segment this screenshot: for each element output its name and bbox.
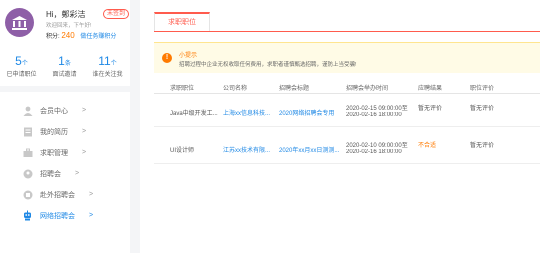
column-header: 职位评价 (470, 86, 495, 92)
welcome-text: 欢迎回来，下午好! (46, 23, 92, 29)
greeting: Hi，鄭彩洁 (46, 10, 86, 19)
fair-title-link[interactable]: 2020网络招聘会专用 (279, 108, 343, 117)
fair-time-start: 2020-02-15 09:00:00至 (346, 106, 408, 112)
chevron-right-icon: > (82, 149, 87, 156)
column-header: 公司名称 (223, 86, 248, 92)
stat-followers[interactable]: 11个 谁在关注我 (86, 54, 129, 80)
tab-job-positions[interactable]: 求职职位 (154, 12, 210, 32)
stat-label: 面试邀请 (52, 72, 77, 78)
evaluation-cell: 暂无评价 (470, 106, 495, 112)
column-header: 求职职位 (170, 86, 195, 92)
fair-time-start: 2020-02-10 09:00:00至 (346, 143, 408, 149)
position-cell[interactable]: UI设计师 (170, 145, 220, 154)
position-cell[interactable]: Java中级开发工... (170, 108, 220, 117)
sidebar-item-outbound-fair[interactable]: 赴外招聘会 > (0, 184, 130, 205)
company-link[interactable]: 上海xx信息科技... (223, 108, 275, 117)
stat-value: 1 (58, 54, 65, 68)
column-header: 招聘会举办时间 (346, 86, 389, 92)
sidebar-item-job-management[interactable]: 求职管理 > (0, 142, 130, 163)
table-header: 求职职位 公司名称 招聘会标题 招聘会举办时间 应聘结果 职位评价 (154, 80, 540, 94)
result-cell: 不合适 (418, 143, 437, 149)
notice-title: 小提示 (179, 53, 198, 59)
sign-in-badge[interactable]: 未签到 (103, 9, 130, 19)
stat-interviews[interactable]: 1条 面试邀请 (43, 54, 86, 80)
tab-underline (154, 31, 540, 32)
stat-value: 5 (15, 54, 22, 68)
stats-bar: 5个 已申请职位 1条 面试邀请 11个 谁在关注我 (0, 54, 130, 80)
stat-unit: 个 (21, 61, 28, 67)
chevron-right-icon: > (82, 107, 87, 114)
table-row: Java中级开发工... 上海xx信息科技... 2020网络招聘会专用 202… (154, 95, 540, 127)
result-cell: 暂无评价 (418, 106, 443, 112)
stat-unit: 个 (110, 61, 117, 67)
sidebar-item-label: 赴外招聘会 (40, 191, 75, 199)
evaluation-cell: 暂无评价 (470, 143, 495, 149)
fair-time-end: 2020-02-16 18:00:00 (346, 112, 402, 118)
points-line: 积分: 240 做任务赚积分 (46, 31, 116, 40)
briefcase-icon (22, 147, 33, 158)
warning-icon: ! (162, 53, 172, 63)
column-header: 招聘会标题 (279, 86, 310, 92)
sidebar-item-my-resume[interactable]: 我的简历 > (0, 121, 130, 142)
column-header: 应聘结果 (418, 86, 443, 92)
stat-label: 谁在关注我 (92, 72, 123, 78)
stat-value: 11 (98, 54, 111, 68)
profile-card: Hi，鄭彩洁 未签到 欢迎回来，下午好! 积分: 240 做任务赚积分 5个 已… (0, 0, 130, 86)
sidebar-item-online-fair[interactable]: 网络招聘会 > (0, 205, 130, 226)
fair-title-link[interactable]: 2020年xx月xx日测测... (279, 145, 343, 154)
sidebar-item-label: 我的简历 (40, 128, 68, 136)
table-row: UI设计师 江苏xx技术有限... 2020年xx月xx日测测... 2020-… (154, 132, 540, 164)
sidebar-item-label: 会员中心 (40, 107, 68, 115)
sidebar-item-job-fair[interactable]: 招聘会 > (0, 163, 130, 184)
sidebar-menu: 会员中心 > 我的简历 > 求职管理 > 招聘会 > 赴外招聘会 > 网络招聘会… (0, 92, 130, 253)
points-label: 积分: (46, 34, 60, 40)
resume-icon (22, 126, 33, 137)
person-icon (22, 105, 33, 116)
earn-points-link[interactable]: 做任务赚积分 (80, 34, 116, 40)
sidebar-item-label: 招聘会 (40, 170, 61, 178)
sidebar-item-label: 求职管理 (40, 149, 68, 157)
notice-text: 招聘过程中企业无权收取任何费用，求职者谨慎甄选招聘，谨防上当受骗! (179, 62, 357, 68)
points-value: 240 (61, 31, 75, 40)
chevron-right-icon: > (82, 128, 87, 135)
sidebar-item-label: 网络招聘会 (40, 212, 75, 220)
main-panel: 求职职位 ! 小提示 招聘过程中企业无权收取任何费用，求职者谨慎甄选招聘，谨防上… (140, 0, 554, 253)
chevron-right-icon: > (75, 170, 80, 177)
chevron-right-icon: > (89, 191, 94, 198)
stat-unit: 条 (64, 61, 71, 67)
bank-icon (5, 8, 34, 37)
stat-applied[interactable]: 5个 已申请职位 (0, 54, 43, 80)
chevron-right-icon: > (89, 212, 94, 219)
sidebar-item-member-center[interactable]: 会员中心 > (0, 100, 130, 121)
outbound-fair-icon (22, 189, 33, 200)
company-link[interactable]: 江苏xx技术有限... (223, 145, 275, 154)
robot-icon (22, 210, 33, 221)
stat-label: 已申请职位 (6, 72, 37, 78)
tip-notice: ! 小提示 招聘过程中企业无权收取任何费用，求职者谨慎甄选招聘，谨防上当受骗! (154, 42, 540, 73)
fair-time-end: 2020-02-16 18:00:00 (346, 149, 402, 155)
fair-icon (22, 168, 33, 179)
